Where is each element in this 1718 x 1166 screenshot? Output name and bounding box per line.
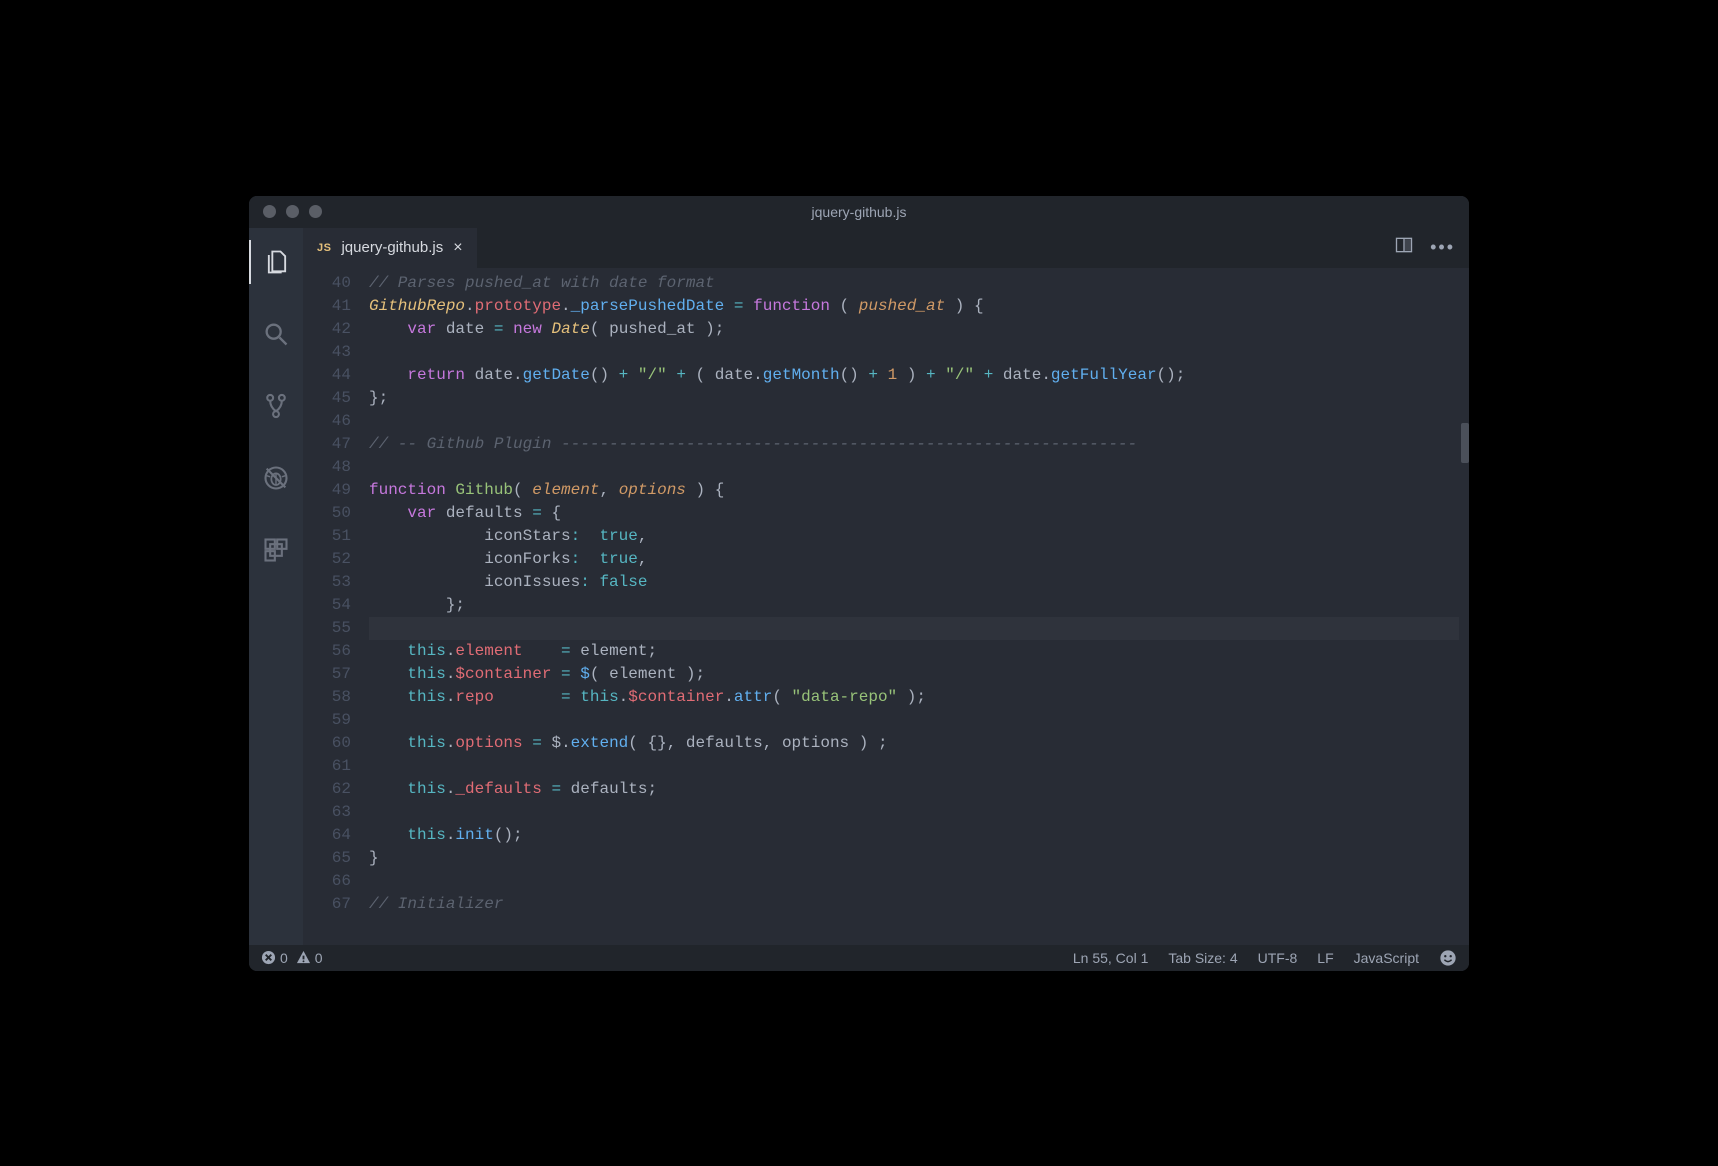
file-tab[interactable]: JS jquery-github.js × — [303, 228, 477, 268]
eol[interactable]: LF — [1317, 950, 1333, 966]
smiley-icon — [1439, 949, 1457, 967]
scrollbar-mark — [1461, 423, 1469, 463]
explorer-tab[interactable] — [249, 240, 303, 284]
tab-size[interactable]: Tab Size: 4 — [1168, 950, 1237, 966]
files-icon — [263, 248, 291, 276]
code-editor[interactable]: 4041424344454647484950515253545556575859… — [303, 268, 1469, 945]
close-window-button[interactable] — [263, 205, 276, 218]
line-numbers: 4041424344454647484950515253545556575859… — [303, 268, 369, 945]
status-bar-left: 0 0 — [261, 950, 323, 966]
main-body: JS jquery-github.js × ••• 40414243444546… — [249, 228, 1469, 945]
source-control-tab[interactable] — [249, 384, 303, 428]
language-mode[interactable]: JavaScript — [1354, 950, 1419, 966]
extensions-icon — [262, 536, 290, 564]
titlebar: jquery-github.js — [249, 196, 1469, 228]
debug-tab[interactable] — [249, 456, 303, 500]
code-content[interactable]: // Parses pushed_at with date formatGith… — [369, 268, 1459, 945]
window-controls — [249, 205, 322, 218]
split-editor-icon — [1394, 235, 1414, 255]
cursor-position[interactable]: Ln 55, Col 1 — [1073, 950, 1149, 966]
window-title: jquery-github.js — [249, 204, 1469, 220]
git-branch-icon — [262, 392, 290, 420]
editor-area: JS jquery-github.js × ••• 40414243444546… — [303, 228, 1469, 945]
status-bar-right: Ln 55, Col 1 Tab Size: 4 UTF-8 LF JavaSc… — [1073, 949, 1457, 967]
error-icon — [261, 950, 276, 965]
search-icon — [262, 320, 290, 348]
status-bar: 0 0 Ln 55, Col 1 Tab Size: 4 UTF-8 LF Ja… — [249, 945, 1469, 971]
feedback-button[interactable] — [1439, 949, 1457, 967]
file-type-badge: JS — [317, 242, 331, 254]
warning-icon — [296, 950, 311, 965]
warnings-count: 0 — [315, 950, 323, 966]
editor-actions: ••• — [1394, 228, 1469, 268]
search-tab[interactable] — [249, 312, 303, 356]
activity-bar — [249, 228, 303, 945]
extensions-tab[interactable] — [249, 528, 303, 572]
maximize-window-button[interactable] — [309, 205, 322, 218]
editor-window: jquery-github.js JS — [249, 196, 1469, 971]
warnings-indicator[interactable]: 0 — [296, 950, 323, 966]
errors-count: 0 — [280, 950, 288, 966]
overview-ruler[interactable] — [1459, 268, 1469, 945]
more-actions-button[interactable]: ••• — [1430, 237, 1455, 258]
close-tab-button[interactable]: × — [453, 239, 462, 257]
file-tab-label: jquery-github.js — [341, 239, 443, 256]
bug-icon — [262, 464, 290, 492]
tab-bar: JS jquery-github.js × ••• — [303, 228, 1469, 268]
encoding[interactable]: UTF-8 — [1258, 950, 1298, 966]
errors-indicator[interactable]: 0 — [261, 950, 288, 966]
minimize-window-button[interactable] — [286, 205, 299, 218]
split-editor-button[interactable] — [1394, 235, 1414, 260]
